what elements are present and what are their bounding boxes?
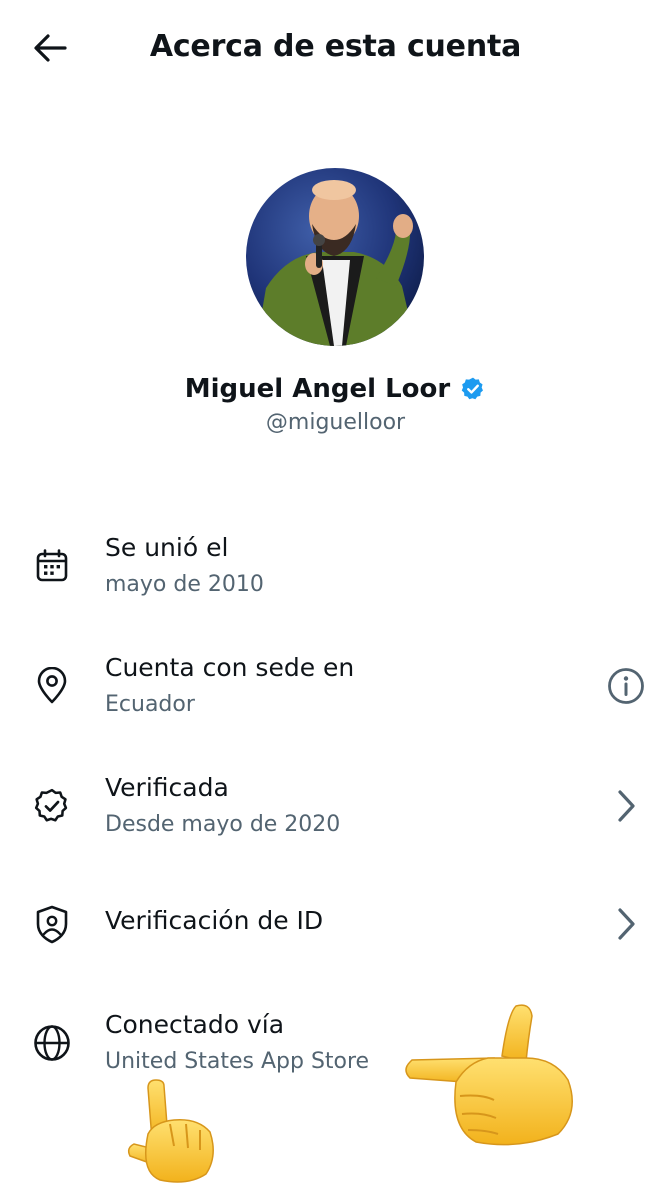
row-joined: Se unió el mayo de 2010 — [0, 520, 671, 620]
verified-badge-icon — [461, 377, 484, 400]
info-button[interactable] — [604, 664, 648, 708]
page-title: Acerca de esta cuenta — [149, 29, 522, 64]
pointing-left-hand-emoji — [405, 1004, 573, 1146]
row-sub: Desde mayo de 2020 — [105, 812, 341, 837]
row-label: Cuenta con sede en — [105, 653, 355, 682]
top-bar: Acerca de esta cuenta — [0, 0, 671, 96]
row-label: Verificada — [105, 773, 229, 802]
chevron-right-icon — [604, 902, 648, 946]
row-sub: Ecuador — [105, 692, 195, 717]
chevron-right-icon — [604, 784, 648, 828]
info-icon — [608, 668, 644, 704]
row-id-verification[interactable]: Verificación de ID — [0, 874, 671, 974]
avatar[interactable] — [246, 168, 424, 346]
row-verified[interactable]: Verificada Desde mayo de 2020 — [0, 760, 671, 860]
id-shield-icon — [30, 902, 74, 946]
profile-name: Miguel Angel Loor — [184, 374, 451, 404]
globe-icon — [30, 1021, 74, 1065]
location-pin-icon — [30, 664, 74, 708]
calendar-icon — [30, 544, 74, 588]
profile-name-row: Miguel Angel Loor — [0, 374, 671, 404]
profile-handle: @miguelloor — [265, 410, 406, 435]
row-label: Conectado vía — [105, 1010, 285, 1039]
verified-badge-icon — [30, 784, 74, 828]
row-sub: United States App Store — [105, 1049, 370, 1074]
row-label: Verificación de ID — [105, 906, 324, 935]
row-label: Se unió el — [105, 533, 229, 562]
row-sub: mayo de 2010 — [105, 572, 264, 597]
row-based-in: Cuenta con sede en Ecuador — [0, 640, 671, 740]
pointing-up-hand-emoji — [127, 1079, 214, 1183]
